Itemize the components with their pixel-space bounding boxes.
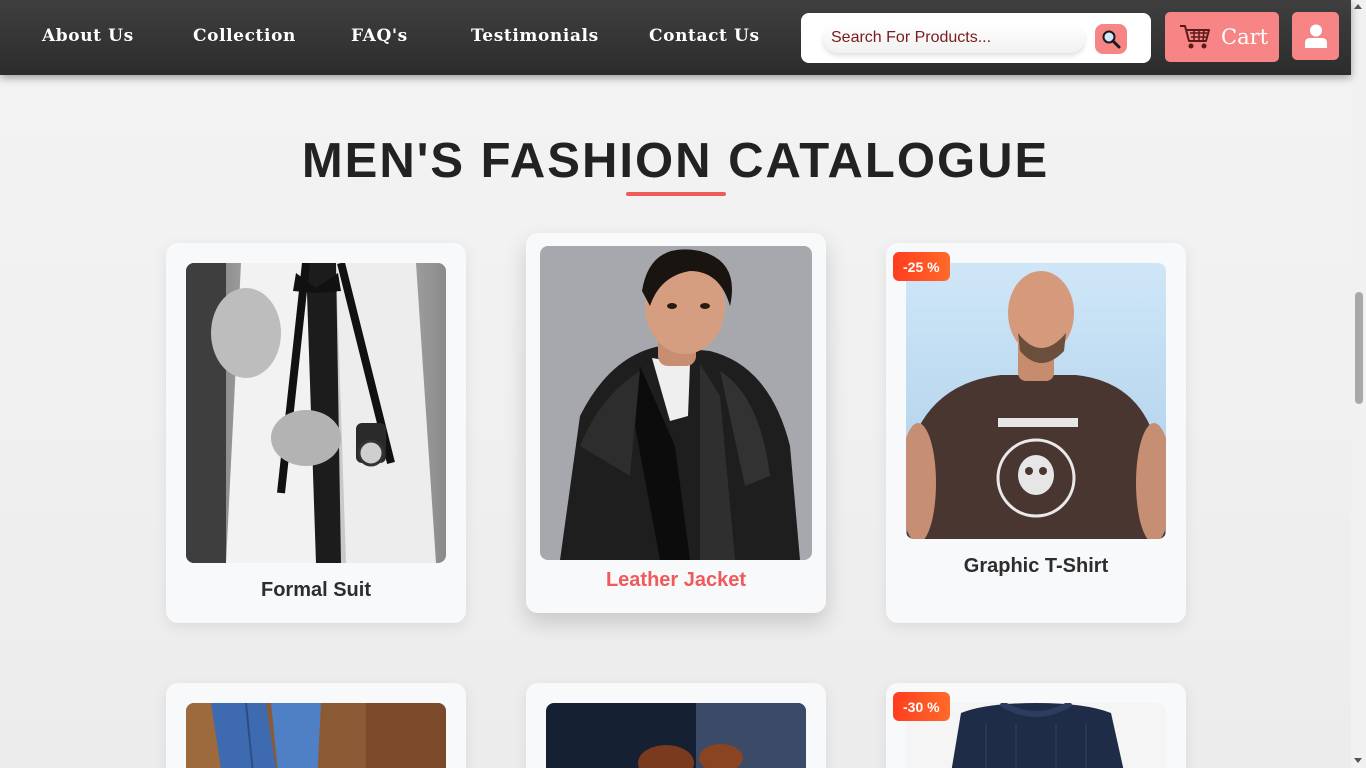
cart-button[interactable]: Cart [1165,12,1279,62]
scroll-down-arrow-icon[interactable] [1354,758,1362,763]
search-input[interactable] [823,23,1085,53]
page-title: MEN'S FASHION CATALOGUE [301,134,1050,188]
shoes-photo [546,703,806,768]
product-card-sweater[interactable]: -30 % [886,683,1186,768]
discount-badge: -25 % [893,252,950,281]
user-account-button[interactable] [1292,12,1339,60]
user-icon [1304,24,1327,48]
discount-badge: -30 % [893,692,950,721]
product-card-leather-jacket[interactable]: Leather Jacket [526,233,826,613]
leather-jacket-photo [540,246,812,560]
product-card-graphic-tshirt[interactable]: -25 % Graphic T-Shirt [886,243,1186,623]
graphic-tshirt-photo [906,263,1166,539]
formal-suit-photo [186,263,446,563]
nav-link-about-us[interactable]: About Us [42,26,134,46]
search-icon [1102,30,1121,49]
title-underline [626,192,726,196]
scroll-up-arrow-icon[interactable] [1354,4,1362,9]
scrollbar-thumb[interactable] [1355,292,1363,404]
search-button[interactable] [1095,24,1127,54]
nav-link-testimonials[interactable]: Testimonials [471,26,599,46]
top-navbar: About Us Collection FAQ's Testimonials C… [0,0,1351,75]
nav-link-collection[interactable]: Collection [193,26,296,46]
product-name: Formal Suit [260,579,371,601]
cart-label: Cart [1221,25,1269,49]
search-box [801,13,1151,63]
nav-link-contact-us[interactable]: Contact Us [649,26,760,46]
product-name: Graphic T-Shirt [963,555,1109,577]
product-name: Leather Jacket [605,569,747,591]
product-card-shoes[interactable] [526,683,826,768]
cart-icon [1180,25,1210,49]
nav-link-faqs[interactable]: FAQ's [351,26,408,46]
product-card-denim[interactable] [166,683,466,768]
denim-photo [186,703,446,768]
page-scrollbar[interactable] [1351,0,1366,768]
product-card-formal-suit[interactable]: Formal Suit [166,243,466,623]
